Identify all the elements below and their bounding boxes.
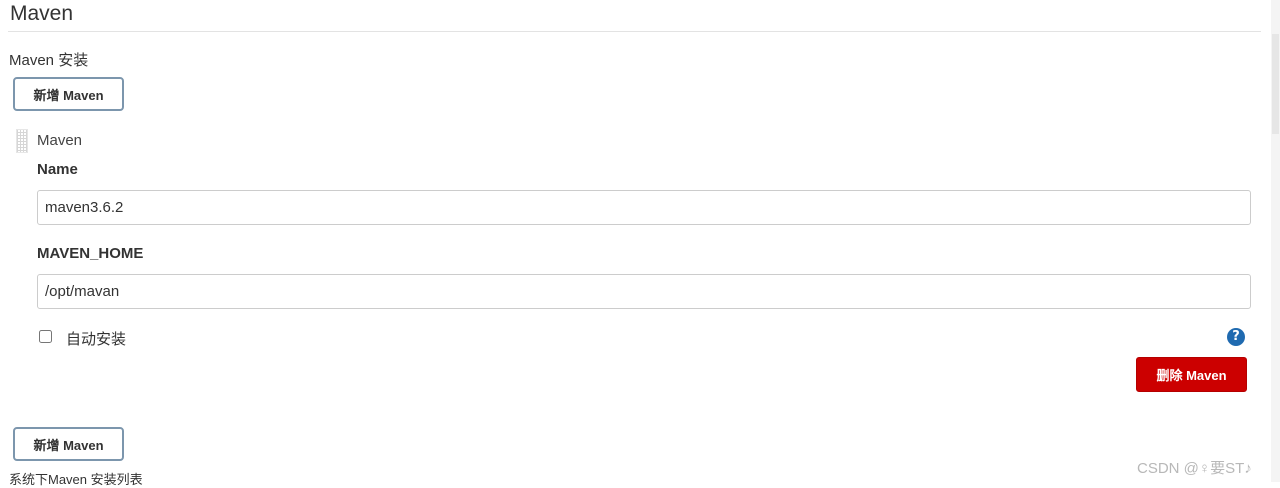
maven-install-label: Maven 安装 bbox=[9, 52, 89, 69]
add-maven-button-top[interactable]: 新增 Maven bbox=[13, 77, 124, 111]
section-title: Maven bbox=[10, 2, 74, 25]
maven-block-title: Maven bbox=[37, 132, 83, 149]
auto-install-checkbox[interactable] bbox=[39, 330, 52, 343]
name-label: Name bbox=[37, 161, 78, 178]
name-input[interactable] bbox=[37, 190, 1251, 225]
maven-installations-description: 系统下Maven 安装列表 bbox=[9, 472, 143, 487]
scrollbar-thumb[interactable] bbox=[1272, 34, 1279, 134]
help-icon[interactable]: ? bbox=[1227, 328, 1245, 346]
maven-home-input[interactable] bbox=[37, 274, 1251, 309]
drag-handle-icon[interactable] bbox=[16, 129, 28, 153]
section-divider bbox=[8, 31, 1261, 32]
add-maven-button-bottom[interactable]: 新增 Maven bbox=[13, 427, 124, 461]
scrollbar[interactable] bbox=[1271, 0, 1280, 482]
csdn-watermark: CSDN @♀要ST♪ bbox=[1137, 460, 1252, 477]
delete-maven-button[interactable]: 删除 Maven bbox=[1136, 357, 1247, 392]
maven-home-label: MAVEN_HOME bbox=[37, 245, 144, 262]
auto-install-label[interactable]: 自动安装 bbox=[66, 328, 126, 349]
